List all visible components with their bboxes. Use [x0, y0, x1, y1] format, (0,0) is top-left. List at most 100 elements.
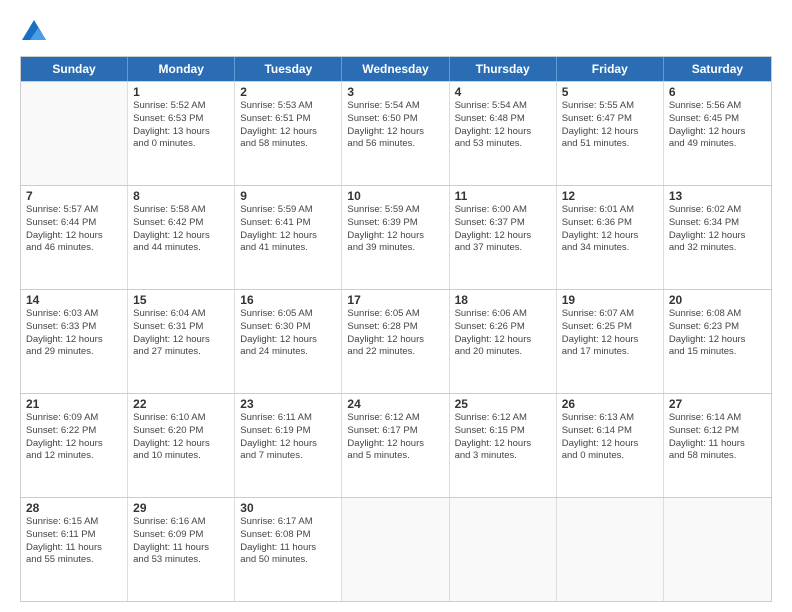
- cal-cell: 19Sunrise: 6:07 AMSunset: 6:25 PMDayligh…: [557, 290, 664, 393]
- day-number: 3: [347, 85, 443, 99]
- calendar: SundayMondayTuesdayWednesdayThursdayFrid…: [20, 56, 772, 602]
- cell-info: Sunrise: 6:17 AMSunset: 6:08 PMDaylight:…: [240, 516, 336, 567]
- cell-info: Sunrise: 6:05 AMSunset: 6:30 PMDaylight:…: [240, 308, 336, 359]
- day-number: 11: [455, 189, 551, 203]
- cell-info: Sunrise: 5:59 AMSunset: 6:41 PMDaylight:…: [240, 204, 336, 255]
- day-number: 8: [133, 189, 229, 203]
- day-number: 14: [26, 293, 122, 307]
- cal-cell: 4Sunrise: 5:54 AMSunset: 6:48 PMDaylight…: [450, 82, 557, 185]
- cell-info: Sunrise: 6:06 AMSunset: 6:26 PMDaylight:…: [455, 308, 551, 359]
- cal-cell: 21Sunrise: 6:09 AMSunset: 6:22 PMDayligh…: [21, 394, 128, 497]
- cell-info: Sunrise: 5:52 AMSunset: 6:53 PMDaylight:…: [133, 100, 229, 151]
- cell-info: Sunrise: 5:54 AMSunset: 6:50 PMDaylight:…: [347, 100, 443, 151]
- day-number: 18: [455, 293, 551, 307]
- day-number: 25: [455, 397, 551, 411]
- weekday-header-tuesday: Tuesday: [235, 57, 342, 81]
- cell-info: Sunrise: 6:00 AMSunset: 6:37 PMDaylight:…: [455, 204, 551, 255]
- cell-info: Sunrise: 6:12 AMSunset: 6:17 PMDaylight:…: [347, 412, 443, 463]
- weekday-header-wednesday: Wednesday: [342, 57, 449, 81]
- cell-info: Sunrise: 6:14 AMSunset: 6:12 PMDaylight:…: [669, 412, 766, 463]
- cal-cell: 9Sunrise: 5:59 AMSunset: 6:41 PMDaylight…: [235, 186, 342, 289]
- cal-cell: 12Sunrise: 6:01 AMSunset: 6:36 PMDayligh…: [557, 186, 664, 289]
- day-number: 5: [562, 85, 658, 99]
- cal-cell: 13Sunrise: 6:02 AMSunset: 6:34 PMDayligh…: [664, 186, 771, 289]
- cal-cell: 24Sunrise: 6:12 AMSunset: 6:17 PMDayligh…: [342, 394, 449, 497]
- cell-info: Sunrise: 5:55 AMSunset: 6:47 PMDaylight:…: [562, 100, 658, 151]
- cal-cell: 3Sunrise: 5:54 AMSunset: 6:50 PMDaylight…: [342, 82, 449, 185]
- cell-info: Sunrise: 6:16 AMSunset: 6:09 PMDaylight:…: [133, 516, 229, 567]
- weekday-header-thursday: Thursday: [450, 57, 557, 81]
- day-number: 15: [133, 293, 229, 307]
- day-number: 16: [240, 293, 336, 307]
- cell-info: Sunrise: 6:08 AMSunset: 6:23 PMDaylight:…: [669, 308, 766, 359]
- cell-info: Sunrise: 5:59 AMSunset: 6:39 PMDaylight:…: [347, 204, 443, 255]
- cal-cell: 28Sunrise: 6:15 AMSunset: 6:11 PMDayligh…: [21, 498, 128, 601]
- cal-cell: 14Sunrise: 6:03 AMSunset: 6:33 PMDayligh…: [21, 290, 128, 393]
- week-row-1: 7Sunrise: 5:57 AMSunset: 6:44 PMDaylight…: [21, 185, 771, 289]
- cell-info: Sunrise: 6:12 AMSunset: 6:15 PMDaylight:…: [455, 412, 551, 463]
- day-number: 2: [240, 85, 336, 99]
- cell-info: Sunrise: 6:09 AMSunset: 6:22 PMDaylight:…: [26, 412, 122, 463]
- cal-cell: 25Sunrise: 6:12 AMSunset: 6:15 PMDayligh…: [450, 394, 557, 497]
- cal-cell: [664, 498, 771, 601]
- cell-info: Sunrise: 6:10 AMSunset: 6:20 PMDaylight:…: [133, 412, 229, 463]
- cal-cell: 5Sunrise: 5:55 AMSunset: 6:47 PMDaylight…: [557, 82, 664, 185]
- cell-info: Sunrise: 6:02 AMSunset: 6:34 PMDaylight:…: [669, 204, 766, 255]
- cal-cell: [21, 82, 128, 185]
- day-number: 17: [347, 293, 443, 307]
- cal-cell: 15Sunrise: 6:04 AMSunset: 6:31 PMDayligh…: [128, 290, 235, 393]
- cell-info: Sunrise: 6:01 AMSunset: 6:36 PMDaylight:…: [562, 204, 658, 255]
- header: [20, 18, 772, 46]
- cal-cell: 20Sunrise: 6:08 AMSunset: 6:23 PMDayligh…: [664, 290, 771, 393]
- cal-cell: 26Sunrise: 6:13 AMSunset: 6:14 PMDayligh…: [557, 394, 664, 497]
- day-number: 20: [669, 293, 766, 307]
- day-number: 23: [240, 397, 336, 411]
- cal-cell: 22Sunrise: 6:10 AMSunset: 6:20 PMDayligh…: [128, 394, 235, 497]
- cal-cell: 27Sunrise: 6:14 AMSunset: 6:12 PMDayligh…: [664, 394, 771, 497]
- day-number: 22: [133, 397, 229, 411]
- weekday-header-sunday: Sunday: [21, 57, 128, 81]
- cal-cell: 29Sunrise: 6:16 AMSunset: 6:09 PMDayligh…: [128, 498, 235, 601]
- cell-info: Sunrise: 6:05 AMSunset: 6:28 PMDaylight:…: [347, 308, 443, 359]
- day-number: 7: [26, 189, 122, 203]
- calendar-body: 1Sunrise: 5:52 AMSunset: 6:53 PMDaylight…: [21, 81, 771, 601]
- day-number: 27: [669, 397, 766, 411]
- day-number: 4: [455, 85, 551, 99]
- cal-cell: 10Sunrise: 5:59 AMSunset: 6:39 PMDayligh…: [342, 186, 449, 289]
- day-number: 19: [562, 293, 658, 307]
- calendar-header: SundayMondayTuesdayWednesdayThursdayFrid…: [21, 57, 771, 81]
- cal-cell: 7Sunrise: 5:57 AMSunset: 6:44 PMDaylight…: [21, 186, 128, 289]
- cal-cell: 6Sunrise: 5:56 AMSunset: 6:45 PMDaylight…: [664, 82, 771, 185]
- day-number: 26: [562, 397, 658, 411]
- cell-info: Sunrise: 5:54 AMSunset: 6:48 PMDaylight:…: [455, 100, 551, 151]
- cell-info: Sunrise: 6:11 AMSunset: 6:19 PMDaylight:…: [240, 412, 336, 463]
- cal-cell: 17Sunrise: 6:05 AMSunset: 6:28 PMDayligh…: [342, 290, 449, 393]
- day-number: 29: [133, 501, 229, 515]
- day-number: 12: [562, 189, 658, 203]
- weekday-header-monday: Monday: [128, 57, 235, 81]
- cell-info: Sunrise: 5:56 AMSunset: 6:45 PMDaylight:…: [669, 100, 766, 151]
- cal-cell: 8Sunrise: 5:58 AMSunset: 6:42 PMDaylight…: [128, 186, 235, 289]
- logo: [20, 18, 52, 46]
- day-number: 13: [669, 189, 766, 203]
- day-number: 6: [669, 85, 766, 99]
- day-number: 9: [240, 189, 336, 203]
- weekday-header-friday: Friday: [557, 57, 664, 81]
- page: SundayMondayTuesdayWednesdayThursdayFrid…: [0, 0, 792, 612]
- cal-cell: 16Sunrise: 6:05 AMSunset: 6:30 PMDayligh…: [235, 290, 342, 393]
- cal-cell: 2Sunrise: 5:53 AMSunset: 6:51 PMDaylight…: [235, 82, 342, 185]
- cell-info: Sunrise: 6:04 AMSunset: 6:31 PMDaylight:…: [133, 308, 229, 359]
- cell-info: Sunrise: 5:58 AMSunset: 6:42 PMDaylight:…: [133, 204, 229, 255]
- week-row-0: 1Sunrise: 5:52 AMSunset: 6:53 PMDaylight…: [21, 81, 771, 185]
- day-number: 28: [26, 501, 122, 515]
- cal-cell: [450, 498, 557, 601]
- cal-cell: [557, 498, 664, 601]
- day-number: 1: [133, 85, 229, 99]
- week-row-3: 21Sunrise: 6:09 AMSunset: 6:22 PMDayligh…: [21, 393, 771, 497]
- cal-cell: 11Sunrise: 6:00 AMSunset: 6:37 PMDayligh…: [450, 186, 557, 289]
- cal-cell: 18Sunrise: 6:06 AMSunset: 6:26 PMDayligh…: [450, 290, 557, 393]
- cal-cell: 1Sunrise: 5:52 AMSunset: 6:53 PMDaylight…: [128, 82, 235, 185]
- weekday-header-saturday: Saturday: [664, 57, 771, 81]
- logo-icon: [20, 18, 48, 46]
- cell-info: Sunrise: 6:13 AMSunset: 6:14 PMDaylight:…: [562, 412, 658, 463]
